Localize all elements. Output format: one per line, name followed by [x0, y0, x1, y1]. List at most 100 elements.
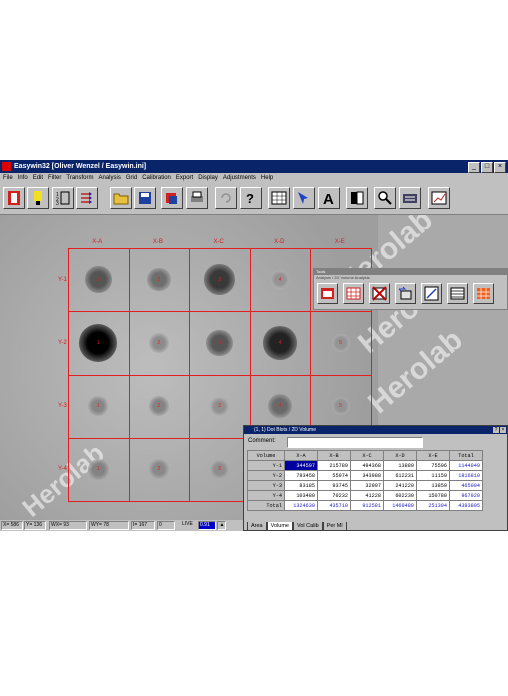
table-icon[interactable]	[447, 283, 468, 304]
tab-per-ml[interactable]: Per Ml	[322, 522, 347, 531]
svg-text:A: A	[323, 191, 334, 206]
maximize-button[interactable]: □	[481, 162, 493, 173]
table-cell[interactable]: 103480	[284, 490, 318, 501]
grid-row-label: Y-2	[58, 339, 67, 346]
marker-icon[interactable]	[27, 187, 49, 209]
app-icon[interactable]	[2, 162, 11, 171]
table-cell[interactable]: 241220	[383, 480, 417, 491]
table-cell[interactable]: 251394	[416, 500, 450, 511]
spot-label: 1	[96, 466, 100, 473]
delete-grid-icon[interactable]	[369, 283, 390, 304]
table-cell[interactable]: 93745	[317, 480, 351, 491]
chart-icon[interactable]	[428, 187, 450, 209]
spot-label: 1	[96, 339, 100, 346]
arrows-icon[interactable]	[76, 187, 98, 209]
table-header[interactable]: Total	[449, 450, 483, 461]
table-cell[interactable]: 41228	[350, 490, 384, 501]
comment-field[interactable]	[287, 437, 423, 448]
keyboard-icon[interactable]	[399, 187, 421, 209]
undo-icon[interactable]	[215, 187, 237, 209]
table-cell[interactable]: 75596	[416, 460, 450, 471]
tab-area[interactable]: Area	[247, 522, 267, 531]
row-total-cell[interactable]: 1816810	[449, 470, 483, 481]
table-header[interactable]: X-D	[383, 450, 417, 461]
table-cell[interactable]: 435710	[317, 500, 351, 511]
table-cell[interactable]: 344507	[284, 460, 318, 471]
table-cell[interactable]: 602230	[383, 490, 417, 501]
table-cell[interactable]: 13859	[416, 480, 450, 491]
row-header[interactable]: Y-4	[247, 490, 285, 501]
table-cell[interactable]: 150780	[416, 490, 450, 501]
table-cell[interactable]: 494368	[350, 460, 384, 471]
row-header[interactable]: Y-1	[247, 460, 285, 471]
menu-grid[interactable]: Grid	[126, 173, 137, 184]
menu-edit[interactable]: Edit	[33, 173, 43, 184]
table-cell[interactable]: 1324630	[284, 500, 318, 511]
help-icon[interactable]: ?	[240, 187, 262, 209]
move-grid-icon[interactable]	[395, 283, 416, 304]
row-total-cell[interactable]: 967920	[449, 490, 483, 501]
help-button[interactable]: ?	[493, 427, 499, 433]
table-header[interactable]: X-E	[416, 450, 450, 461]
row-header[interactable]: Y-3	[247, 480, 285, 491]
grid-edit-icon[interactable]	[343, 283, 364, 304]
numbered-list-icon[interactable]: 123	[52, 187, 74, 209]
grid-select-icon[interactable]	[317, 283, 338, 304]
menu-analysis[interactable]: Analysis	[99, 173, 121, 184]
table-header[interactable]: X-A	[284, 450, 318, 461]
row-total-cell[interactable]: 1144049	[449, 460, 483, 471]
menu-filter[interactable]: Filter	[48, 173, 61, 184]
menu-file[interactable]: File	[3, 173, 13, 184]
table-header[interactable]: X-C	[350, 450, 384, 461]
menu-export[interactable]: Export	[176, 173, 193, 184]
fill-grid-icon[interactable]	[473, 283, 494, 304]
resize-grid-icon[interactable]	[421, 283, 442, 304]
table-cell[interactable]: 215789	[317, 460, 351, 471]
close-button[interactable]: ×	[500, 427, 506, 433]
pointer-icon[interactable]	[293, 187, 315, 209]
zoom-input[interactable]: 0.91	[198, 521, 216, 530]
status-y: Y= 136	[24, 521, 46, 530]
menu-help[interactable]: Help	[261, 173, 273, 184]
tab-volume[interactable]: Volume	[266, 522, 293, 531]
menu-transform[interactable]: Transform	[66, 173, 93, 184]
row-header[interactable]: Total	[247, 500, 285, 511]
table-header[interactable]: Volume	[247, 450, 285, 461]
grid-row-label: Y-1	[58, 276, 67, 283]
menu-display[interactable]: Display	[198, 173, 218, 184]
table-cell[interactable]: 1469480	[383, 500, 417, 511]
table-cell[interactable]: 83185	[284, 480, 318, 491]
save-icon[interactable]	[134, 187, 156, 209]
zoom-spinner[interactable]: ▲	[217, 521, 226, 530]
contrast-icon[interactable]	[346, 187, 368, 209]
minimize-button[interactable]: _	[468, 162, 480, 173]
close-button[interactable]: ×	[494, 162, 506, 173]
tab-vol-calib[interactable]: Vol Calib	[292, 522, 323, 531]
menu-info[interactable]: Info	[18, 173, 28, 184]
film-icon[interactable]	[3, 187, 25, 209]
table-cell[interactable]: 912581	[350, 500, 384, 511]
menu-calibration[interactable]: Calibration	[142, 173, 171, 184]
print-icon[interactable]	[186, 187, 208, 209]
svg-text:?: ?	[246, 191, 254, 206]
volume-window-title: (1, 1) Dot Blots / 2D Volume ? ×	[244, 426, 507, 434]
table-cell[interactable]: 13889	[383, 460, 417, 471]
folder-open-icon[interactable]	[110, 187, 132, 209]
reload-icon[interactable]	[161, 187, 183, 209]
table-cell[interactable]: 55974	[317, 470, 351, 481]
table-cell[interactable]: 793458	[284, 470, 318, 481]
zoom-icon[interactable]	[374, 187, 396, 209]
status-step-input[interactable]: 0	[157, 521, 175, 530]
table-cell[interactable]: 612231	[383, 470, 417, 481]
row-total-cell[interactable]: 465004	[449, 480, 483, 491]
table-cell[interactable]: 32997	[350, 480, 384, 491]
table-cell[interactable]: 343988	[350, 470, 384, 481]
table-cell[interactable]: 70232	[317, 490, 351, 501]
row-total-cell[interactable]: 4393805	[449, 500, 483, 511]
table-header[interactable]: X-B	[317, 450, 351, 461]
row-header[interactable]: Y-2	[247, 470, 285, 481]
menu-adjustments[interactable]: Adjustments	[223, 173, 256, 184]
text-icon[interactable]: A	[318, 187, 340, 209]
table-cell[interactable]: 11159	[416, 470, 450, 481]
grid-icon[interactable]	[268, 187, 290, 209]
